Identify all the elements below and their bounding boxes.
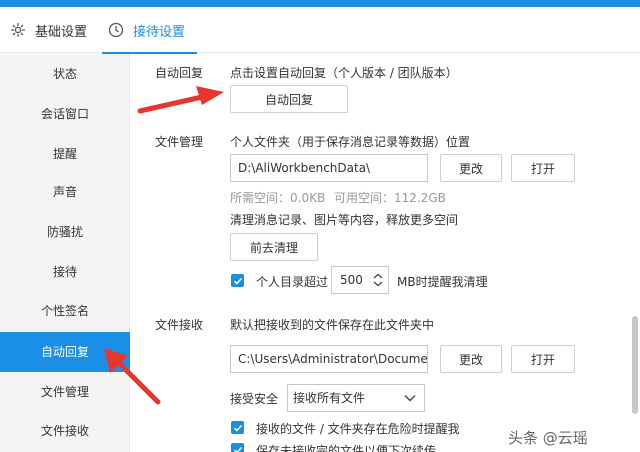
file-receive-description: 默认把接收到的文件保存在此文件夹中 (230, 318, 435, 332)
receive-folder-path-field[interactable]: C:\Users\Administrator\Docume (230, 345, 428, 373)
threshold-checkbox[interactable] (231, 274, 244, 287)
sidebar-item-sound[interactable]: 声音 (0, 172, 130, 212)
settings-tab-bar: 基础设置 接待设置 (0, 7, 640, 54)
sidebar-item-auto-reply[interactable]: 自动回复 (0, 332, 130, 372)
threshold-value: 500 (340, 273, 363, 287)
threshold-prefix-label: 个人目录超过 (256, 275, 329, 289)
sidebar-item-file-management[interactable]: 文件管理 (0, 372, 130, 412)
vertical-scrollbar[interactable] (632, 316, 638, 414)
required-space-text: 所需空间：0.0KB (230, 191, 326, 205)
go-clean-button[interactable]: 前去清理 (230, 233, 318, 261)
auto-reply-section-label: 自动回复 (155, 66, 204, 80)
danger-warning-checkbox[interactable] (231, 421, 244, 434)
tab-reception-settings-label: 接待设置 (133, 24, 186, 40)
sidebar-item-file-receive[interactable]: 文件接收 (0, 411, 130, 451)
checkmark-icon (233, 277, 242, 285)
personal-folder-change-button[interactable]: 更改 (440, 154, 502, 182)
receive-security-label: 接受安全 (230, 392, 279, 406)
watermark: 头条 @云瑶 (508, 429, 588, 447)
receive-folder-change-button[interactable]: 更改 (440, 345, 502, 373)
threshold-stepper[interactable]: 500 (331, 266, 389, 294)
checkmark-icon (233, 424, 242, 432)
danger-warning-label: 接收的文件 / 文件夹存在危险时提醒我 (256, 422, 460, 436)
personal-folder-open-button[interactable]: 打开 (511, 154, 575, 182)
file-receive-section-label: 文件接收 (155, 318, 204, 332)
settings-sidebar: 状态 会话窗口 提醒 声音 防骚扰 接待 个性签名 自动回复 文件管理 文件接收 (0, 54, 130, 452)
tab-basic-settings[interactable]: 基础设置 (10, 7, 87, 53)
sidebar-item-reminder[interactable]: 提醒 (0, 134, 130, 174)
sidebar-item-signature[interactable]: 个性签名 (0, 291, 130, 331)
chevron-down-icon (404, 395, 416, 402)
stepper-arrows-icon[interactable] (372, 273, 384, 287)
clock-icon (108, 22, 124, 38)
sidebar-item-chat-window[interactable]: 会话窗口 (0, 94, 130, 134)
auto-reply-button[interactable]: 自动回复 (230, 85, 348, 113)
tab-reception-settings[interactable]: 接待设置 (101, 7, 198, 54)
tab-basic-settings-label: 基础设置 (35, 24, 88, 40)
threshold-suffix-label: MB时提醒我清理 (397, 275, 488, 289)
receive-security-value: 接收所有文件 (293, 391, 366, 405)
sidebar-item-reception[interactable]: 接待 (0, 252, 130, 292)
personal-folder-path-field[interactable]: D:\AliWorkbenchData\ (230, 154, 428, 182)
window-top-bar (0, 0, 640, 7)
sidebar-item-anti-harass[interactable]: 防骚扰 (0, 212, 130, 252)
auto-reply-description: 点击设置自动回复（个人版本 / 团队版本） (230, 66, 458, 80)
resume-transfer-checkbox[interactable] (231, 443, 244, 452)
available-space-text: 可用空间：112.2GB (334, 191, 446, 205)
clean-description: 清理消息记录、图片等内容，释放更多空间 (230, 213, 459, 227)
checkmark-icon (233, 446, 242, 452)
personal-folder-description: 个人文件夹（用于保存消息记录等数据）位置 (230, 135, 471, 149)
resume-transfer-label: 保存未接收完的文件以便下次续传 (256, 444, 437, 452)
gear-icon (10, 22, 26, 38)
receive-security-select[interactable]: 接收所有文件 (287, 384, 425, 412)
file-management-section-label: 文件管理 (155, 135, 204, 149)
receive-folder-open-button[interactable]: 打开 (511, 345, 575, 373)
sidebar-item-status[interactable]: 状态 (0, 54, 130, 94)
annotation-arrow-auto-reply-button (137, 86, 224, 114)
